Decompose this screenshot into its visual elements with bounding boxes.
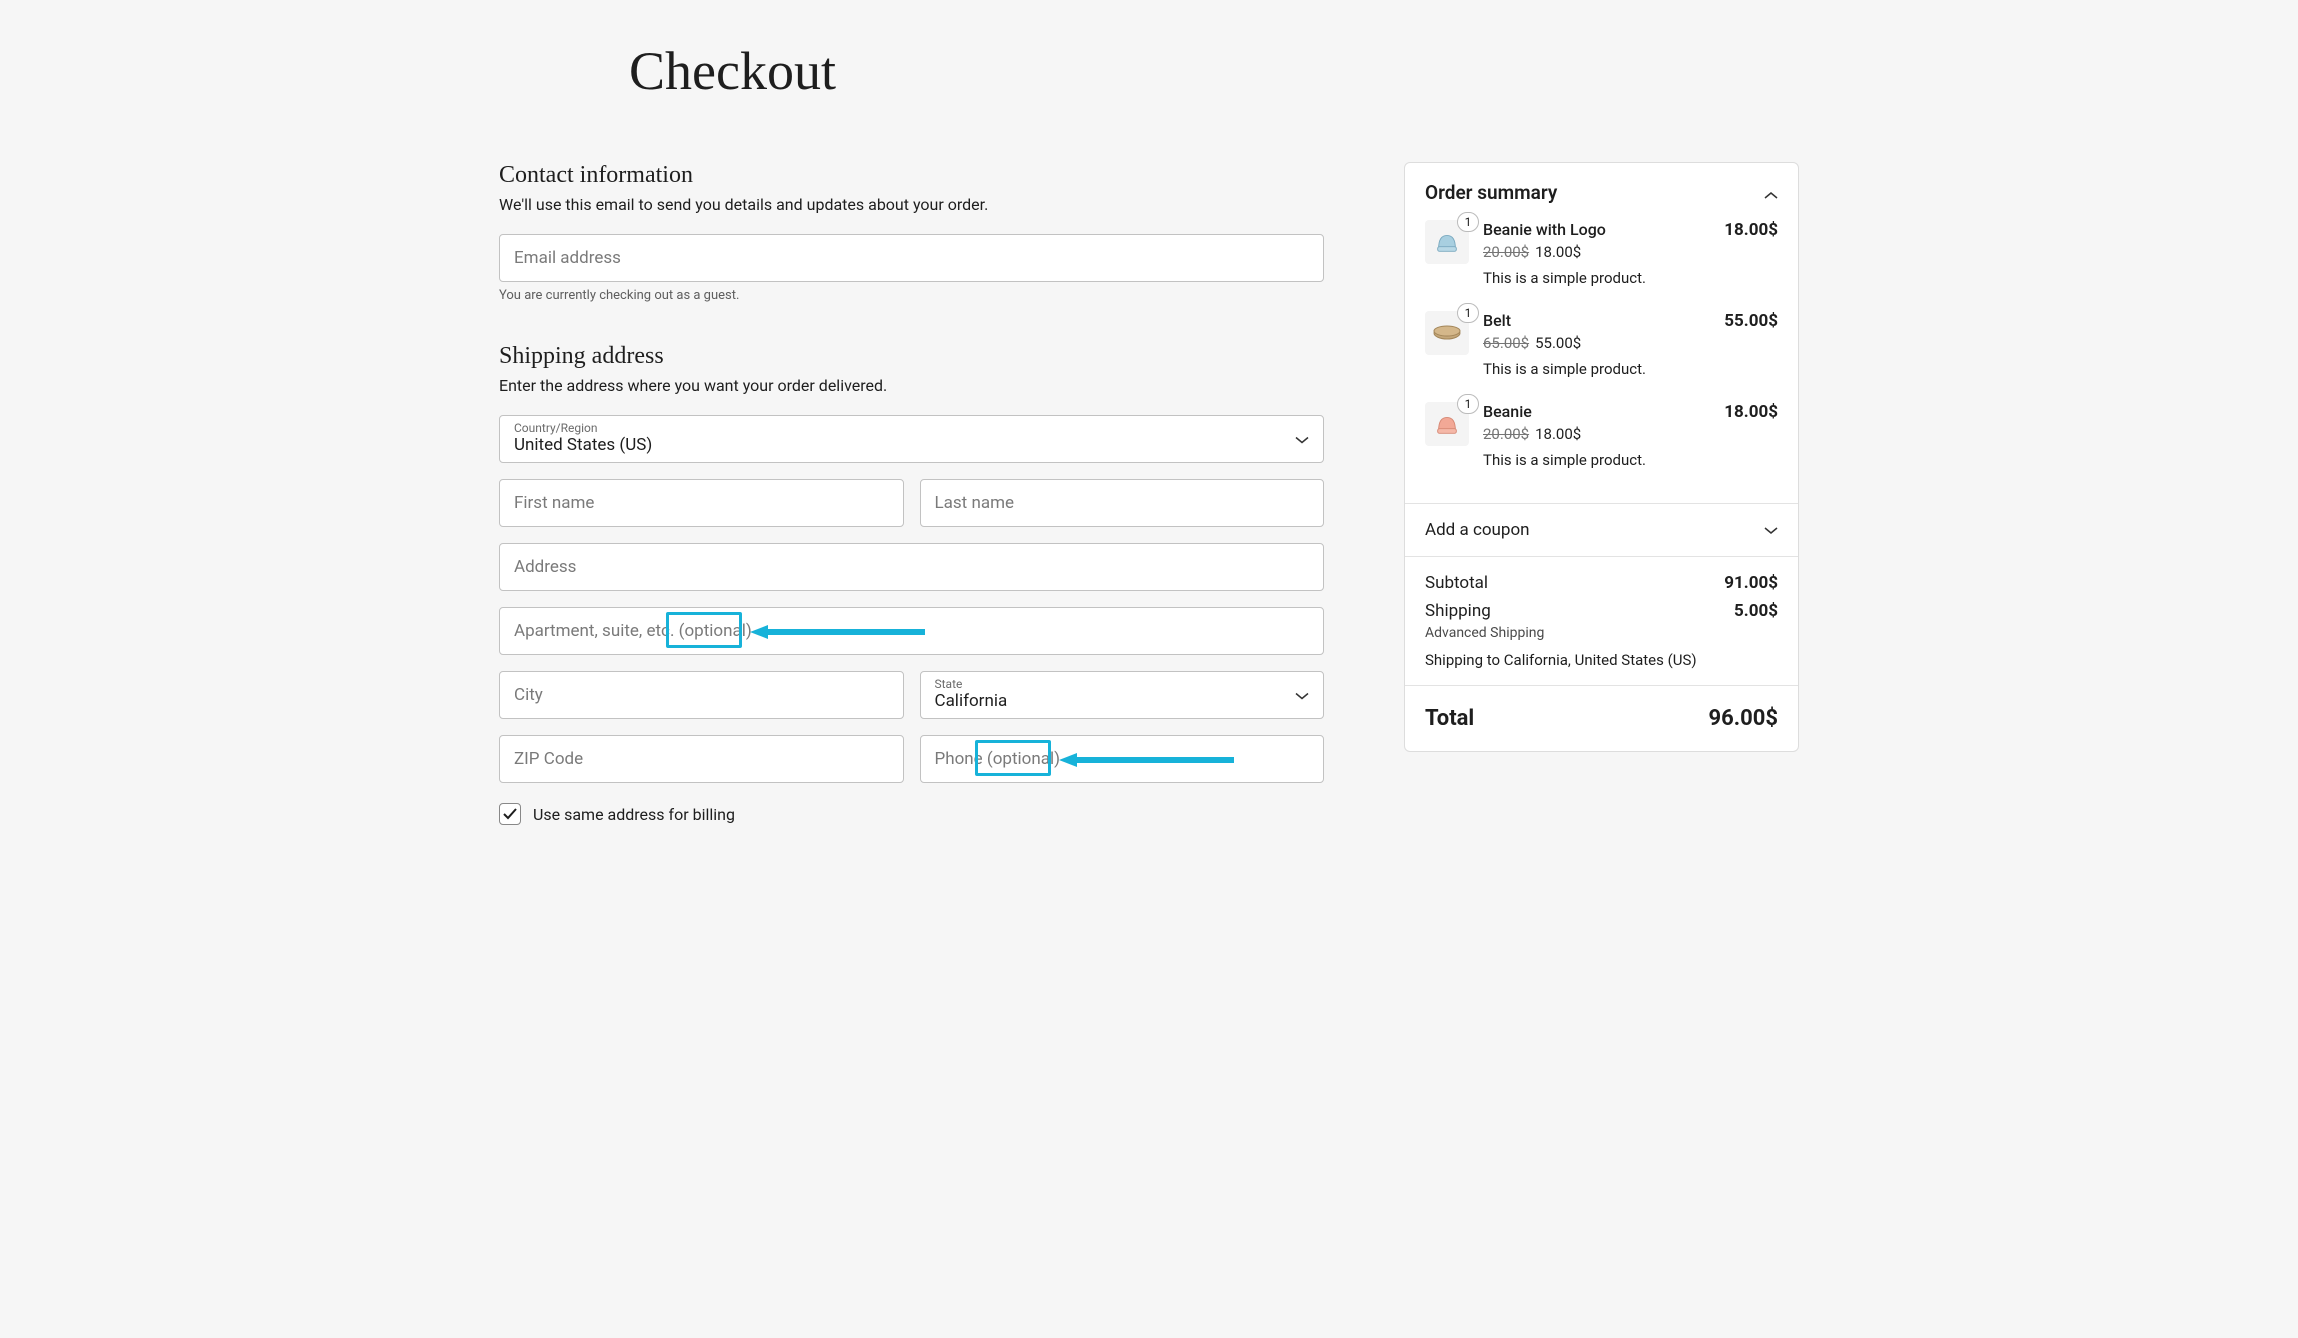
address-field[interactable]: Address (499, 543, 1324, 591)
country-select[interactable]: Country/Region United States (US) (499, 415, 1324, 463)
chevron-up-icon[interactable] (1764, 181, 1778, 204)
item-total: 18.00$ (1724, 220, 1778, 287)
total-value: 96.00$ (1709, 706, 1779, 731)
email-placeholder: Email address (514, 248, 621, 268)
shipping-section: Shipping address Enter the address where… (499, 343, 1324, 825)
chevron-down-icon (1295, 430, 1309, 449)
qty-badge: 1 (1457, 212, 1479, 232)
first-name-field[interactable]: First name (499, 479, 904, 527)
shipping-label: Shipping (1425, 601, 1491, 621)
shipping-method: Advanced Shipping (1425, 625, 1778, 641)
state-select[interactable]: State California (920, 671, 1325, 719)
item-total: 55.00$ (1724, 311, 1778, 378)
phone-field[interactable]: Phone (optional) (920, 735, 1325, 783)
apartment-field[interactable]: Apartment, suite, etc. (optional) (499, 607, 1324, 655)
chevron-down-icon (1764, 520, 1778, 540)
qty-badge: 1 (1457, 394, 1479, 414)
cart-item: 1 Beanie 20.00$18.00$ This is a simple p… (1425, 402, 1778, 469)
total-label: Total (1425, 706, 1474, 731)
qty-badge: 1 (1457, 303, 1479, 323)
shipping-desc: Enter the address where you want your or… (499, 376, 1324, 395)
same-billing-checkbox[interactable] (499, 803, 521, 825)
contact-title: Contact information (499, 162, 1324, 189)
item-total: 18.00$ (1724, 402, 1778, 469)
state-value: California (935, 691, 1008, 711)
shipping-to: Shipping to California, United States (U… (1425, 651, 1778, 669)
city-field[interactable]: City (499, 671, 904, 719)
contact-section: Contact information We'll use this email… (499, 162, 1324, 303)
order-summary: Order summary 1 Beani (1404, 162, 1799, 752)
contact-desc: We'll use this email to send you details… (499, 195, 1324, 214)
shipping-title: Shipping address (499, 343, 1324, 370)
chevron-down-icon (1295, 686, 1309, 705)
page-title: Checkout (629, 40, 1799, 102)
item-name: Beanie (1483, 402, 1710, 421)
last-name-field[interactable]: Last name (920, 479, 1325, 527)
guest-note: You are currently checking out as a gues… (499, 288, 1324, 303)
coupon-toggle[interactable]: Add a coupon (1405, 503, 1798, 556)
cart-item: 1 Belt 65.00$55.00$ This is a simple pro… (1425, 311, 1778, 378)
cart-item: 1 Beanie with Logo 20.00$18.00$ This is … (1425, 220, 1778, 287)
summary-title: Order summary (1425, 181, 1557, 204)
annotation-arrow-icon (750, 622, 930, 642)
item-name: Belt (1483, 311, 1710, 330)
subtotal-label: Subtotal (1425, 573, 1488, 593)
country-label: Country/Region (514, 421, 598, 435)
same-billing-label: Use same address for billing (533, 805, 735, 824)
email-field[interactable]: Email address (499, 234, 1324, 282)
subtotal-value: 91.00$ (1724, 573, 1778, 593)
shipping-value: 5.00$ (1734, 601, 1778, 621)
annotation-arrow-icon (1059, 750, 1239, 770)
country-value: United States (US) (514, 435, 652, 455)
state-label: State (935, 677, 963, 691)
zip-field[interactable]: ZIP Code (499, 735, 904, 783)
item-name: Beanie with Logo (1483, 220, 1710, 239)
